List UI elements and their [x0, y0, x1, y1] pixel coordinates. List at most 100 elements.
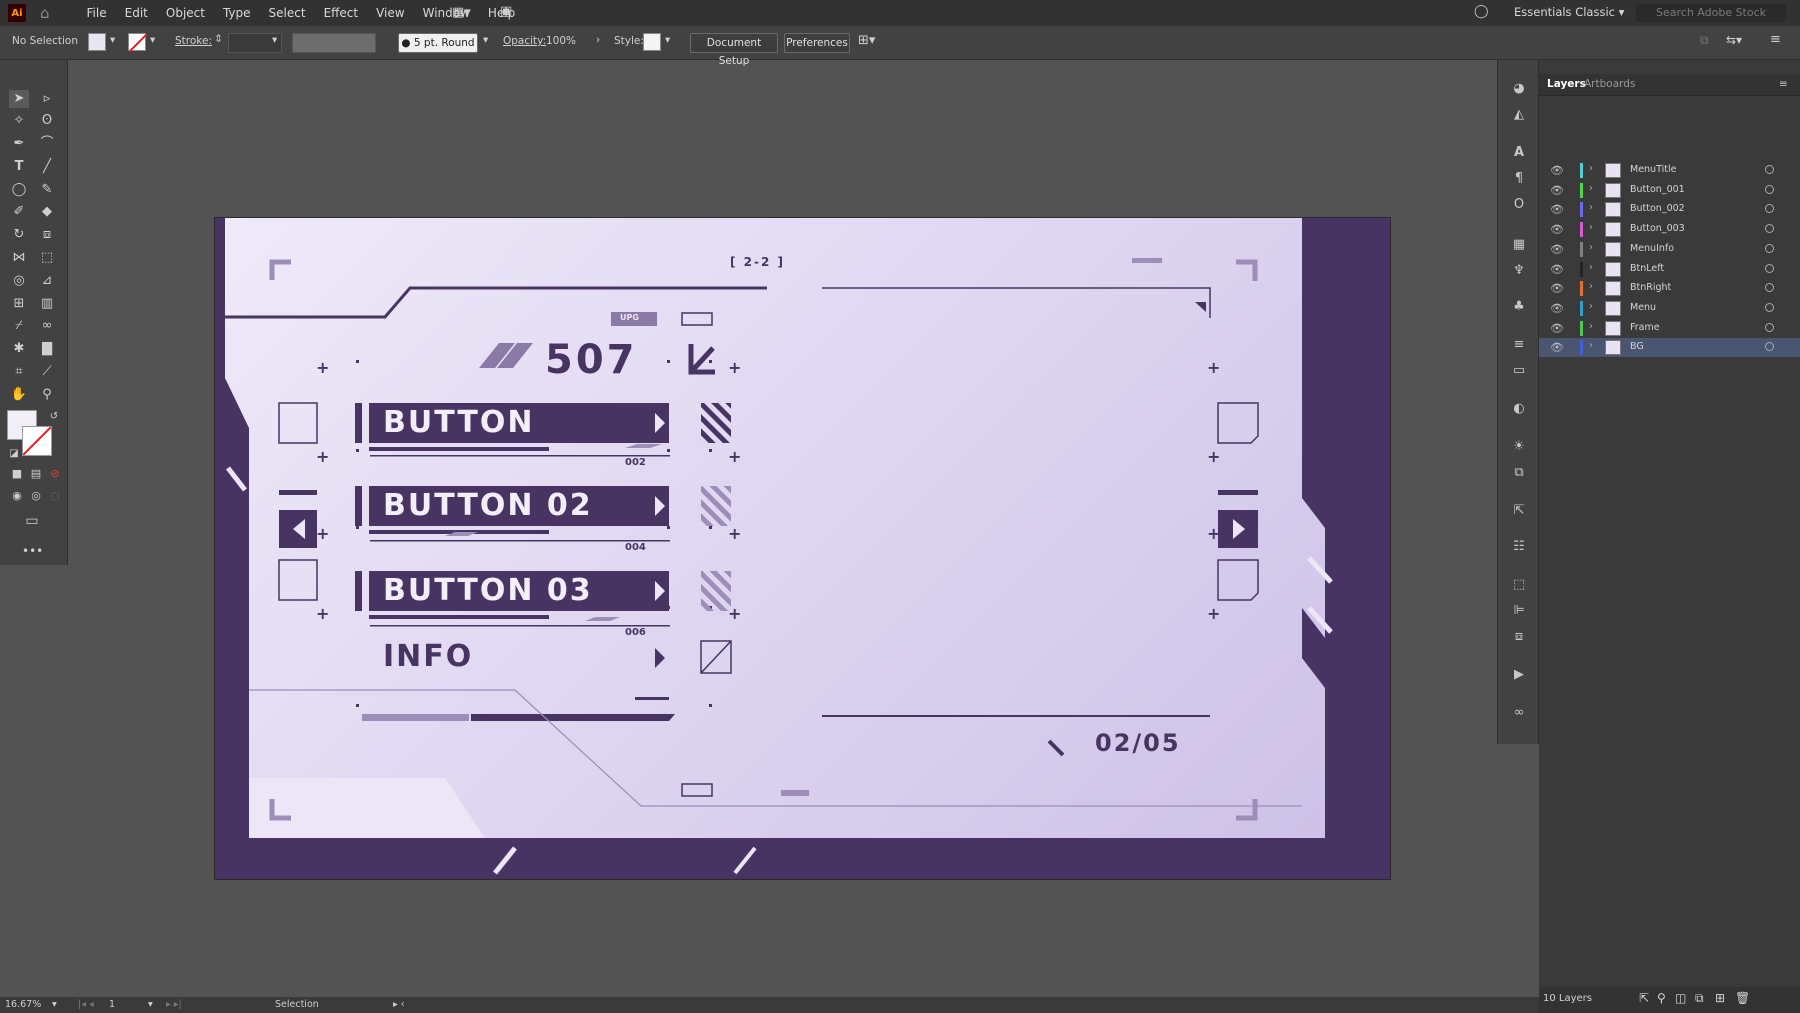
- layer-row[interactable]: 👁 › BG: [1539, 338, 1800, 358]
- magic-wand-tool-icon[interactable]: ✧: [9, 112, 29, 130]
- new-sublayer-icon[interactable]: ⧉: [1695, 991, 1704, 1006]
- preferences-button[interactable]: Preferences: [784, 33, 850, 53]
- style-dropdown-icon[interactable]: ▾: [665, 34, 670, 46]
- layer-name[interactable]: BtnLeft: [1630, 263, 1664, 274]
- expand-chevron-icon[interactable]: ›: [1589, 301, 1593, 312]
- visibility-eye-icon[interactable]: 👁: [1550, 302, 1564, 315]
- expand-chevron-icon[interactable]: ›: [1589, 222, 1593, 233]
- target-circle-icon[interactable]: [1765, 342, 1774, 352]
- screen-mode-icon[interactable]: ▭: [22, 512, 42, 530]
- layer-row[interactable]: 👁 › Button_001: [1539, 181, 1800, 200]
- gradient-tool-icon[interactable]: ▥: [37, 295, 57, 313]
- layer-name[interactable]: Button_001: [1630, 184, 1685, 195]
- expand-chevron-icon[interactable]: ›: [1589, 321, 1593, 332]
- expand-chevron-icon[interactable]: ›: [1589, 202, 1593, 213]
- button3-label[interactable]: BUTTON 03: [383, 573, 593, 608]
- character-panel-icon[interactable]: A: [1509, 144, 1529, 162]
- visibility-eye-icon[interactable]: 👁: [1550, 243, 1564, 256]
- visibility-eye-icon[interactable]: 👁: [1550, 282, 1564, 295]
- expand-chevron-icon[interactable]: ›: [1589, 262, 1593, 273]
- visibility-eye-icon[interactable]: 👁: [1550, 341, 1564, 354]
- locate-object-icon[interactable]: ⚲: [1657, 991, 1666, 1005]
- visibility-eye-icon[interactable]: 👁: [1550, 203, 1564, 216]
- width-tool-icon[interactable]: ⋈: [9, 249, 29, 267]
- eraser-tool-icon[interactable]: ◆: [37, 203, 57, 221]
- layer-row[interactable]: 👁 › Button_002: [1539, 200, 1800, 219]
- stroke-color-icon[interactable]: [22, 426, 52, 456]
- panel-options-icon[interactable]: ⇆▾: [1726, 33, 1742, 47]
- tab-artboards[interactable]: Artboards: [1584, 78, 1635, 90]
- layer-row[interactable]: 👁 › Frame: [1539, 319, 1800, 338]
- transform-panel-icon[interactable]: ⬚: [1509, 576, 1529, 594]
- scale-tool-icon[interactable]: ⧈: [37, 226, 57, 244]
- layer-name[interactable]: Button_002: [1630, 203, 1685, 214]
- direct-selection-tool-icon[interactable]: ▹: [37, 90, 57, 108]
- workspace-switcher[interactable]: Essentials Classic ▾: [1514, 5, 1624, 19]
- shape-builder-tool-icon[interactable]: ◎: [9, 272, 29, 290]
- free-transform-tool-icon[interactable]: ⬚: [37, 249, 57, 267]
- panel-menu-icon[interactable]: ≡: [1779, 78, 1788, 90]
- layer-row[interactable]: 👁 › MenuTitle: [1539, 161, 1800, 180]
- layer-row[interactable]: 👁 › BtnLeft: [1539, 260, 1800, 279]
- draw-normal-icon[interactable]: ◉: [7, 487, 27, 505]
- delete-layer-icon[interactable]: 🗑: [1735, 991, 1750, 1005]
- target-circle-icon[interactable]: [1765, 263, 1774, 273]
- stroke-swatch[interactable]: [128, 33, 148, 53]
- control-menu-icon[interactable]: ≡: [1770, 32, 1781, 47]
- align-icon[interactable]: ⊞▾: [858, 33, 875, 48]
- perspective-grid-tool-icon[interactable]: ⊿: [37, 272, 57, 290]
- curvature-tool-icon[interactable]: ⌒: [37, 135, 57, 153]
- gradient-mode-icon[interactable]: ▤: [26, 465, 46, 483]
- brushes-panel-icon[interactable]: ♆: [1509, 262, 1529, 280]
- visibility-eye-icon[interactable]: 👁: [1550, 223, 1564, 236]
- menu-view[interactable]: View: [367, 6, 413, 20]
- lasso-tool-icon[interactable]: ʘ: [37, 112, 57, 130]
- opacity-value[interactable]: 100%: [546, 35, 576, 47]
- lightbulb-icon[interactable]: ◯: [1474, 4, 1489, 19]
- export-layer-icon[interactable]: ⇱: [1639, 991, 1649, 1005]
- actions-panel-icon[interactable]: ▶: [1509, 666, 1529, 684]
- layer-name[interactable]: MenuTitle: [1630, 164, 1676, 175]
- button2-label[interactable]: BUTTON 02: [383, 488, 593, 523]
- fill-dropdown-icon[interactable]: ▾: [110, 34, 115, 46]
- draw-behind-icon[interactable]: ◎: [26, 487, 46, 505]
- zoom-tool-icon[interactable]: ⚲: [37, 386, 57, 404]
- shaper-tool-icon[interactable]: ✐: [9, 203, 29, 221]
- target-circle-icon[interactable]: [1765, 165, 1774, 174]
- stroke-weight-stepper[interactable]: ⇕: [214, 33, 223, 45]
- opacity-arrow-icon[interactable]: ›: [596, 34, 600, 46]
- transparency-panel-icon[interactable]: ◐: [1509, 400, 1529, 418]
- line-tool-icon[interactable]: ╱: [37, 158, 57, 176]
- slice-tool-icon[interactable]: ⟋: [37, 363, 57, 381]
- zoom-level[interactable]: 16.67%: [5, 999, 41, 1010]
- pen-tool-icon[interactable]: ✒: [9, 135, 29, 153]
- new-layer-icon[interactable]: ⊞: [1715, 991, 1725, 1005]
- artboard-nav-next-icon[interactable]: ▸ ▸|: [166, 999, 182, 1010]
- color-guide-icon[interactable]: ◭: [1509, 106, 1529, 124]
- document-setup-button[interactable]: Document Setup: [690, 33, 778, 67]
- make-clipping-mask-icon[interactable]: ◫: [1675, 991, 1686, 1005]
- expand-chevron-icon[interactable]: ›: [1589, 281, 1593, 292]
- menu-edit[interactable]: Edit: [116, 6, 157, 20]
- symbols-panel-icon[interactable]: ♣: [1509, 298, 1529, 316]
- arrange-documents-icon[interactable]: ▦▾: [452, 5, 471, 20]
- expand-chevron-icon[interactable]: ›: [1589, 242, 1593, 253]
- layer-name[interactable]: BtnRight: [1630, 282, 1671, 293]
- stroke-label[interactable]: Stroke:: [175, 35, 212, 47]
- mesh-tool-icon[interactable]: ⊞: [9, 295, 29, 313]
- expand-chevron-icon[interactable]: ›: [1589, 340, 1593, 351]
- fill-swatch[interactable]: [88, 33, 106, 51]
- status-arrow-icon[interactable]: ▸ ‹: [393, 999, 405, 1010]
- layer-row[interactable]: 👁 › MenuInfo: [1539, 240, 1800, 259]
- appearance-panel-icon[interactable]: ☀: [1509, 438, 1529, 456]
- none-mode-icon[interactable]: ⊘: [45, 465, 65, 483]
- align-panel-icon[interactable]: ⊫: [1509, 602, 1529, 620]
- type-tool-icon[interactable]: T: [9, 158, 29, 176]
- visibility-eye-icon[interactable]: 👁: [1550, 322, 1564, 335]
- eyedropper-tool-icon[interactable]: ⌿: [9, 317, 29, 335]
- layer-name[interactable]: Frame: [1630, 322, 1660, 333]
- target-circle-icon[interactable]: [1765, 283, 1774, 293]
- export-panel-icon[interactable]: ⇱: [1509, 502, 1529, 520]
- default-colors-icon[interactable]: ◪: [4, 445, 24, 463]
- menu-select[interactable]: Select: [260, 6, 315, 20]
